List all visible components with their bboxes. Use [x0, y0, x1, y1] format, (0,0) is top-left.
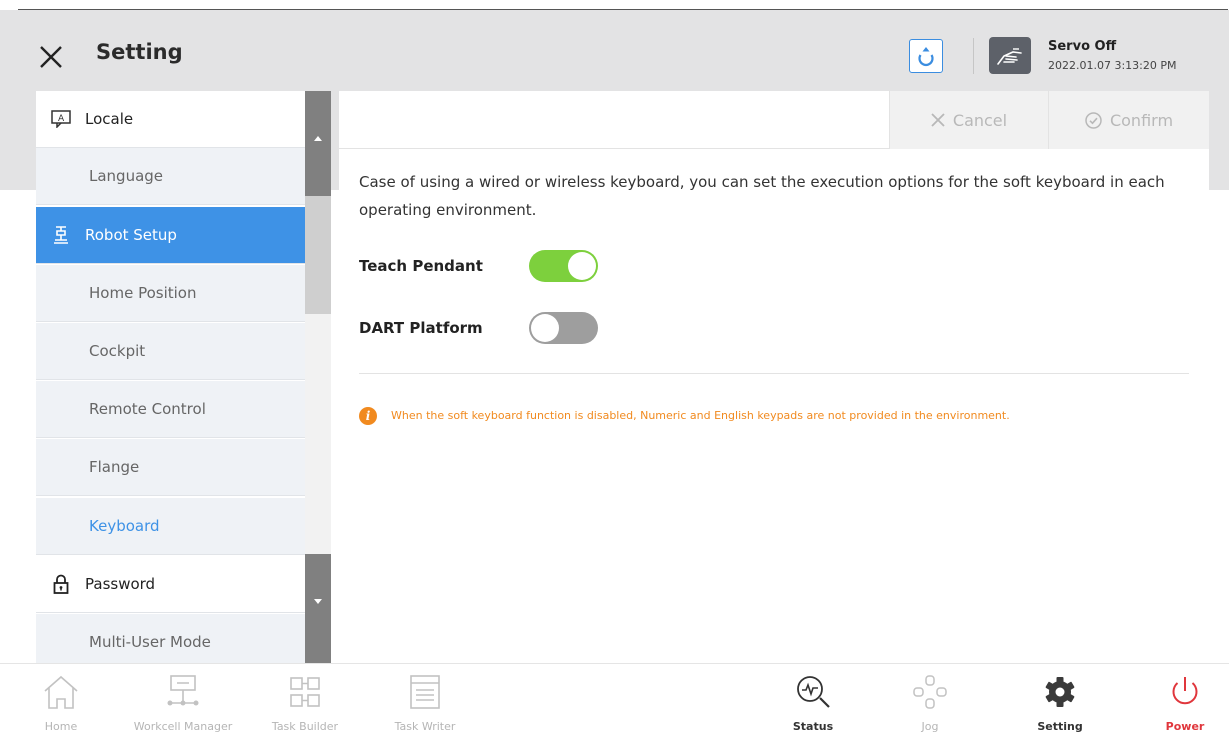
sidebar-item-cockpit[interactable]: Cockpit [36, 323, 331, 380]
nav-label: Jog [921, 720, 939, 733]
task-builder-icon [285, 664, 325, 720]
nav-task-builder[interactable]: Task Builder [265, 664, 345, 747]
sidebar-item-label: Cockpit [89, 342, 146, 360]
nav-power[interactable]: Power [1155, 664, 1215, 747]
toggle-knob [568, 252, 596, 280]
header-divider [973, 38, 974, 74]
sidebar-item-label: Language [89, 167, 164, 185]
sidebar-item-password[interactable]: Password [36, 556, 331, 613]
keyboard-settings-panel: Cancel Confirm Case of using a wired or … [339, 91, 1209, 663]
teach-pendant-label: Teach Pendant [359, 257, 483, 275]
task-writer-icon [405, 664, 445, 720]
arrow-down-icon [314, 599, 322, 604]
nav-label: Workcell Manager [133, 720, 233, 733]
panel-action-bar: Cancel Confirm [339, 91, 1209, 149]
servo-status-text: Servo Off [1048, 39, 1117, 54]
nav-label: Task Writer [394, 720, 456, 733]
homing-button[interactable] [909, 39, 943, 73]
robot-icon [51, 225, 71, 245]
page-title: Setting [96, 40, 183, 64]
workcell-icon [163, 664, 203, 720]
sidebar-item-language[interactable]: Language [36, 148, 331, 205]
sidebar-item-label: Keyboard [89, 517, 160, 535]
nav-home[interactable]: Home [40, 664, 82, 747]
settings-sidebar: A Locale Language Robot Setup Home Posit… [36, 91, 331, 663]
nav-status[interactable]: Status [783, 664, 843, 747]
toggle-knob [531, 314, 559, 342]
nav-label: Home [44, 720, 78, 733]
nav-label: Power [1165, 720, 1205, 733]
nav-label: Status [792, 720, 834, 733]
info-message: When the soft keyboard function is disab… [391, 409, 1010, 422]
cancel-button[interactable]: Cancel [889, 91, 1048, 149]
nav-jog[interactable]: Jog [900, 664, 960, 747]
lock-icon [51, 574, 71, 594]
locale-icon: A [51, 109, 71, 129]
cancel-label: Cancel [952, 110, 1008, 130]
scroll-up-button[interactable] [305, 91, 331, 196]
sidebar-item-label: Locale [85, 110, 134, 128]
sidebar-item-multi-user-mode[interactable]: Multi-User Mode [36, 614, 331, 663]
sidebar-item-flange[interactable]: Flange [36, 439, 331, 496]
nav-label: Task Builder [271, 720, 339, 733]
sidebar-scrollbar[interactable] [305, 91, 331, 663]
panel-divider [359, 373, 1189, 374]
sidebar-item-remote-control[interactable]: Remote Control [36, 381, 331, 438]
sidebar-item-label: Flange [89, 458, 140, 476]
sidebar-item-label: Multi-User Mode [89, 633, 211, 651]
dart-platform-toggle[interactable] [529, 312, 598, 344]
sidebar-item-robot-setup[interactable]: Robot Setup [36, 207, 331, 264]
sidebar-item-label: Home Position [89, 284, 197, 302]
nav-label: Setting [1037, 720, 1083, 733]
datetime-text: 2022.01.07 3:13:20 PM [1048, 59, 1177, 72]
hand-icon [997, 47, 1022, 65]
gear-icon [1040, 664, 1080, 720]
check-circle-icon [1085, 111, 1102, 129]
status-icon [793, 664, 833, 720]
bottom-navigation: Home Workcell Manager Task Builder Task … [0, 663, 1229, 747]
homing-icon [918, 47, 934, 67]
servo-status-icon[interactable] [989, 37, 1031, 74]
nav-workcell-manager[interactable]: Workcell Manager [118, 664, 248, 747]
sidebar-item-home-position[interactable]: Home Position [36, 265, 331, 322]
power-icon [1165, 664, 1205, 720]
keyboard-description: Case of using a wired or wireless keyboa… [359, 173, 1165, 219]
close-icon [40, 46, 62, 68]
confirm-label: Confirm [1109, 110, 1174, 130]
arrow-up-icon [314, 136, 322, 141]
sidebar-item-locale[interactable]: A Locale [36, 91, 331, 148]
teach-pendant-toggle[interactable] [529, 250, 598, 282]
nav-setting[interactable]: Setting [1030, 664, 1090, 747]
jog-icon [910, 664, 950, 720]
close-icon [931, 113, 945, 127]
scroll-thumb[interactable] [305, 196, 331, 314]
sidebar-item-label: Password [85, 575, 156, 593]
close-button[interactable] [38, 44, 64, 70]
sidebar-item-label: Robot Setup [85, 226, 177, 244]
info-icon: i [359, 407, 377, 425]
sidebar-item-label: Remote Control [89, 400, 206, 418]
confirm-button[interactable]: Confirm [1048, 91, 1209, 149]
nav-task-writer[interactable]: Task Writer [385, 664, 465, 747]
sidebar-item-keyboard[interactable]: Keyboard [36, 498, 331, 555]
scroll-down-button[interactable] [305, 554, 331, 663]
dart-platform-label: DART Platform [359, 319, 483, 337]
home-icon [41, 664, 81, 720]
svg-text:A: A [58, 114, 65, 124]
